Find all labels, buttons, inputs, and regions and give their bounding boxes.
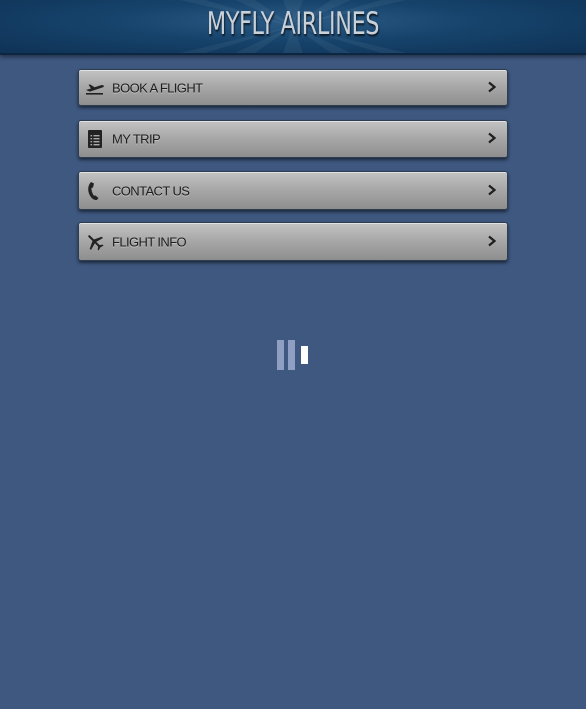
my-trip-button[interactable]: MY TRIP	[78, 120, 508, 158]
phone-icon	[88, 181, 99, 200]
document-list-icon	[88, 130, 102, 148]
chevron-right-icon	[488, 81, 497, 92]
flight-info-button[interactable]: FLIGHT INFO	[78, 222, 508, 261]
airplane-takeoff-icon	[86, 84, 104, 95]
contact-us-button[interactable]: CONTACT US	[78, 171, 508, 210]
flight-info-label: FLIGHT INFO	[112, 234, 187, 249]
main-menu: BOOK A FLIGHT MY TRIP CONTACT US FLIGHT …	[78, 69, 508, 275]
chevron-right-icon	[488, 132, 497, 144]
my-trip-label: MY TRIP	[112, 131, 161, 147]
chevron-right-icon	[488, 235, 497, 246]
contact-us-label: CONTACT US	[112, 183, 190, 198]
loading-spinner-icon	[277, 340, 308, 370]
chevron-right-icon	[488, 184, 497, 195]
airplane-icon	[88, 234, 104, 251]
app-title: MYFLY AIRLINES	[206, 6, 380, 42]
app-header: MYFLY AIRLINES	[0, 0, 586, 55]
book-a-flight-button[interactable]: BOOK A FLIGHT	[78, 69, 508, 106]
book-a-flight-label: BOOK A FLIGHT	[112, 80, 203, 95]
